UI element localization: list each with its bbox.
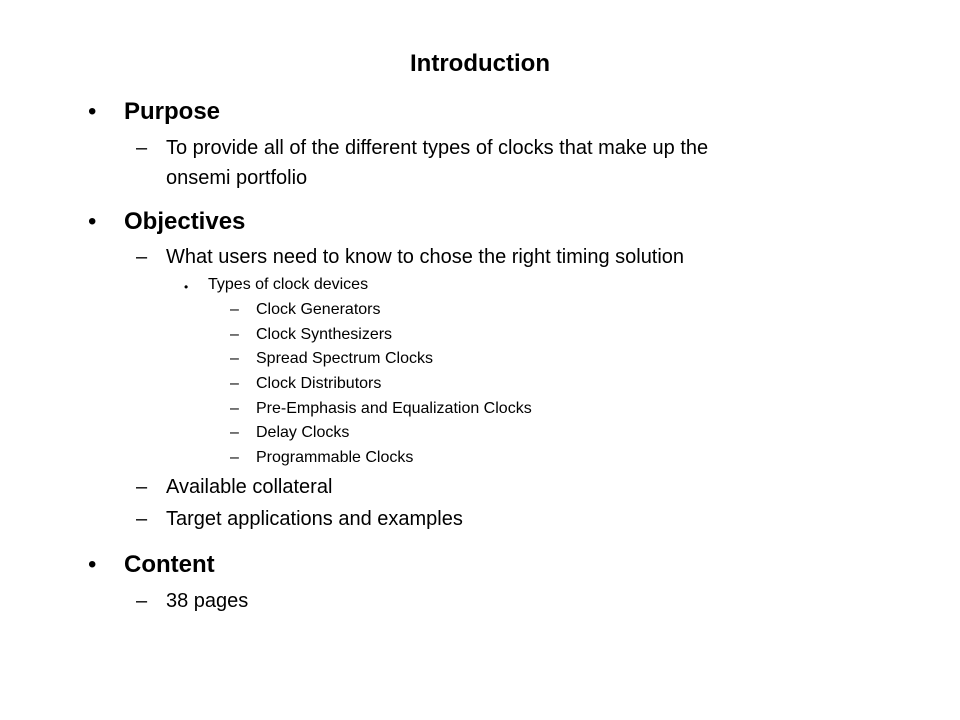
item-text: To provide all of the different types of… (166, 137, 709, 159)
section-heading-purpose: • Purpose (88, 97, 221, 127)
item-text: 38 pages (166, 590, 249, 612)
bullet-icon: • (184, 280, 189, 294)
objectives-item: – Available collateral (136, 473, 333, 501)
item-text: onsemi portfolio (166, 167, 308, 189)
bullet-icon: • (88, 208, 97, 235)
clock-type-item: – Clock Synthesizers (230, 325, 393, 345)
objectives-subheading: • Types of clock devices (184, 275, 369, 295)
heading-text: Content (124, 551, 215, 578)
purpose-item-continued: onsemi portfolio (166, 164, 307, 192)
heading-text: Objectives (124, 208, 246, 235)
bullet-icon: • (88, 98, 97, 125)
item-text: Available collateral (166, 476, 333, 498)
bullet-icon: • (88, 551, 97, 578)
clock-type-item: – Clock Distributors (230, 374, 382, 394)
dash-icon: – (136, 508, 148, 530)
dash-icon: – (136, 476, 148, 498)
dash-icon: – (230, 375, 239, 392)
slide-title: Introduction (410, 50, 550, 77)
item-text: Programmable Clocks (256, 449, 414, 466)
clock-type-item: – Clock Generators (230, 300, 381, 320)
dash-icon: – (230, 350, 239, 367)
item-text: Pre-Emphasis and Equalization Clocks (256, 400, 532, 417)
item-text: Delay Clocks (256, 424, 350, 441)
item-text: Types of clock devices (208, 276, 369, 293)
clock-type-item: – Delay Clocks (230, 423, 350, 443)
content-item: – 38 pages (136, 587, 249, 615)
section-heading-objectives: • Objectives (88, 207, 246, 237)
section-heading-content: • Content (88, 550, 215, 580)
item-text: Clock Distributors (256, 375, 382, 392)
dash-icon: – (230, 326, 239, 343)
dash-icon: – (230, 449, 239, 466)
item-text: Target applications and examples (166, 508, 463, 530)
item-text: What users need to know to chose the rig… (166, 246, 685, 268)
item-text: Clock Synthesizers (256, 326, 393, 343)
clock-type-item: – Pre-Emphasis and Equalization Clocks (230, 399, 532, 419)
dash-icon: – (136, 137, 148, 159)
item-text: Spread Spectrum Clocks (256, 350, 433, 367)
objectives-item: – Target applications and examples (136, 505, 463, 533)
objectives-item: – What users need to know to chose the r… (136, 243, 685, 271)
dash-icon: – (230, 400, 239, 417)
dash-icon: – (136, 246, 148, 268)
item-text: Clock Generators (256, 301, 381, 318)
clock-type-item: – Programmable Clocks (230, 448, 414, 468)
heading-text: Purpose (124, 98, 221, 125)
clock-type-item: – Spread Spectrum Clocks (230, 349, 433, 369)
purpose-item: – To provide all of the different types … (136, 134, 709, 162)
dash-icon: – (230, 301, 239, 318)
dash-icon: – (136, 590, 148, 612)
dash-icon: – (230, 424, 239, 441)
